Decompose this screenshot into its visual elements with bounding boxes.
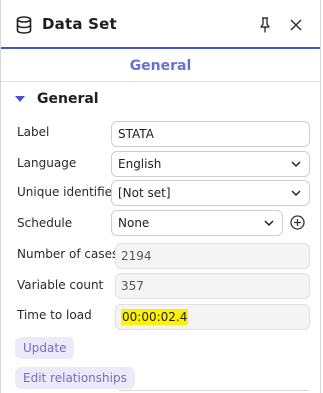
add-schedule-icon[interactable] — [290, 215, 305, 230]
variable-count-value: 357 — [121, 279, 144, 293]
number-of-cases-value: 2194 — [121, 249, 152, 263]
label-input-value: STATA — [118, 127, 154, 141]
database-icon — [16, 16, 32, 34]
language-select-value: English — [118, 157, 162, 171]
edit-relationships-button[interactable]: Edit relationships — [15, 367, 135, 389]
language-field-label: Language — [17, 156, 77, 170]
data-set-panel: Data Set General General Label STATA Lan… — [0, 0, 321, 393]
chevron-down-icon — [264, 220, 274, 227]
number-of-cases-value-box: 2194 — [115, 243, 310, 269]
number-of-cases-field-label: Number of cases — [17, 247, 119, 261]
tab-general[interactable]: General — [130, 58, 192, 74]
tab-bar: General — [1, 49, 320, 82]
variable-count-value-box: 357 — [115, 273, 310, 299]
caret-down-icon — [15, 96, 25, 102]
label-field-label: Label — [17, 125, 50, 139]
label-input[interactable]: STATA — [111, 121, 310, 147]
schedule-field-label: Schedule — [17, 216, 73, 230]
time-to-load-value: 00:00:02.4 — [121, 309, 189, 325]
schedule-select-value: None — [118, 216, 150, 230]
panel-title: Data Set — [42, 15, 117, 33]
chevron-down-icon — [291, 190, 301, 197]
time-to-load-field-label: Time to load — [17, 308, 92, 322]
update-button[interactable]: Update — [15, 337, 75, 359]
time-to-load-value-box: 00:00:02.4 — [115, 304, 310, 330]
chevron-down-icon — [291, 161, 301, 168]
unique-identifier-select[interactable]: [Not set] — [111, 180, 310, 206]
variable-count-field-label: Variable count — [17, 278, 104, 292]
unique-identifier-field-label: Unique identifier — [17, 185, 117, 199]
pin-icon[interactable] — [259, 17, 271, 33]
schedule-select[interactable]: None — [111, 210, 283, 236]
unique-identifier-select-value: [Not set] — [118, 186, 171, 200]
close-icon[interactable] — [290, 19, 302, 31]
section-title: General — [37, 91, 99, 107]
divider — [119, 390, 309, 391]
language-select[interactable]: English — [111, 151, 310, 177]
panel-header: Data Set — [1, 0, 320, 49]
